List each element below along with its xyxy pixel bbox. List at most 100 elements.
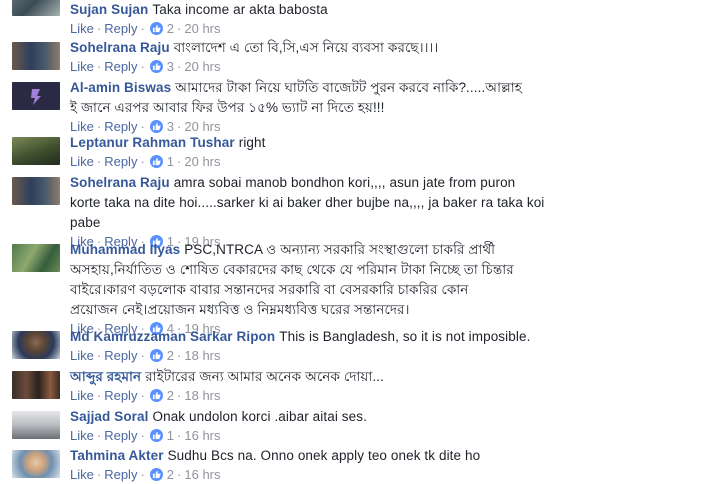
commenter-name[interactable]: Sohelrana Raju — [70, 175, 170, 190]
comment-feed: Sujan Sujan Taka income ar akta babosta L… — [0, 0, 720, 482]
like-link[interactable]: Like — [70, 119, 94, 134]
separator: · — [140, 428, 145, 443]
separator: · — [177, 428, 182, 443]
comment-text: amra sobai manob bondhon kori,,,, asun j… — [173, 175, 516, 190]
timestamp[interactable]: 16 hrs — [184, 428, 220, 443]
commenter-name[interactable]: Sohelrana Raju — [70, 40, 170, 55]
reply-link[interactable]: Reply — [104, 388, 137, 403]
comment-text: প্রয়োজন নেই।প্রয়োজন মধ্যবিত্ত ও নিম্নম… — [70, 302, 410, 317]
comment-text: বাংলাদেশ এ তো বি,সি,এস নিয়ে ব্যবসা করছে… — [173, 40, 439, 55]
comment-text: korte taka na dite hoi.....sarker ki ai … — [70, 195, 545, 210]
comment-text: PSC,NTRCA ও অন্যান্য সরকারি সংস্থাগুলো চ… — [184, 242, 496, 257]
thumbs-up-icon[interactable] — [149, 468, 163, 481]
comment-actions: Like · Reply · 3 · 20 hrs — [70, 58, 710, 76]
separator: · — [177, 59, 182, 74]
separator: · — [177, 154, 182, 169]
avatar[interactable] — [12, 411, 60, 439]
reply-link[interactable]: Reply — [104, 154, 137, 169]
like-count[interactable]: 3 — [167, 119, 174, 134]
reply-link[interactable]: Reply — [104, 59, 137, 74]
like-count[interactable]: 1 — [167, 428, 174, 443]
reply-link[interactable]: Reply — [104, 21, 137, 36]
comment-actions: Like · Reply · 1 · 20 hrs — [70, 153, 710, 171]
comment-text: right — [238, 135, 266, 150]
comment-actions: Like · Reply · 2 · 20 hrs — [70, 20, 710, 38]
comment-actions: Like · Reply · 1 · 16 hrs — [70, 427, 710, 445]
comment-text: Sudhu Bcs na. Onno onek apply teo onek t… — [167, 448, 481, 463]
commenter-name[interactable]: Sujan Sujan — [70, 2, 148, 17]
separator: · — [96, 154, 102, 169]
commenter-name[interactable]: Md Kamruzzaman Sarkar Ripon — [70, 329, 275, 344]
timestamp[interactable]: 18 hrs — [184, 348, 220, 363]
comment-text: ই জানে এরপর আবার ফির উপর ১৫% ভ্যাট না দি… — [70, 100, 385, 115]
commenter-name[interactable]: Muhammad Ilyas — [70, 242, 180, 257]
separator: · — [177, 21, 182, 36]
like-link[interactable]: Like — [70, 21, 94, 36]
comment-text: This is Bangladesh, so it is not imposib… — [279, 329, 531, 344]
like-count[interactable]: 2 — [167, 348, 174, 363]
commenter-name[interactable]: আব্দুর রহমান — [70, 369, 141, 384]
commenter-name[interactable]: Tahmina Akter — [70, 448, 164, 463]
reply-link[interactable]: Reply — [104, 348, 137, 363]
thumbs-up-icon[interactable] — [149, 120, 163, 133]
commenter-name[interactable]: Al-amin Biswas — [70, 80, 171, 95]
avatar[interactable] — [12, 82, 60, 110]
thumbs-up-icon[interactable] — [149, 60, 163, 73]
avatar[interactable] — [12, 371, 60, 399]
separator: · — [140, 154, 145, 169]
thumbs-up-icon[interactable] — [149, 155, 163, 168]
like-link[interactable]: Like — [70, 428, 94, 443]
separator: · — [96, 59, 102, 74]
like-count[interactable]: 2 — [167, 388, 174, 403]
reply-link[interactable]: Reply — [104, 119, 137, 134]
comment-actions: Like · Reply · 2 · 18 hrs — [70, 387, 710, 405]
separator: · — [177, 348, 182, 363]
separator: · — [96, 388, 102, 403]
like-link[interactable]: Like — [70, 388, 94, 403]
commenter-name[interactable]: Leptanur Rahman Tushar — [70, 135, 235, 150]
separator: · — [140, 348, 145, 363]
avatar[interactable] — [12, 450, 60, 478]
timestamp[interactable]: 18 hrs — [184, 388, 220, 403]
thumbs-up-icon[interactable] — [149, 429, 163, 442]
avatar[interactable] — [12, 331, 60, 359]
separator: · — [140, 119, 145, 134]
thumbs-up-icon[interactable] — [149, 22, 163, 35]
timestamp[interactable]: 20 hrs — [184, 21, 220, 36]
separator: · — [96, 428, 102, 443]
like-link[interactable]: Like — [70, 154, 94, 169]
timestamp[interactable]: 20 hrs — [184, 59, 220, 74]
commenter-name[interactable]: Sajjad Soral — [70, 409, 148, 424]
thumbs-up-icon[interactable] — [149, 349, 163, 362]
comment-text: আমাদের টাকা নিয়ে ঘাটতি বাজেটট পুরন করবে… — [175, 80, 522, 95]
comment-actions: Like · Reply · 2 · 16 hrs — [70, 466, 710, 484]
comment-text: রাইটারের জন্য আমার অনেক অনেক দোয়া... — [145, 369, 384, 384]
like-count[interactable]: 2 — [167, 21, 174, 36]
avatar[interactable] — [12, 177, 60, 205]
reply-link[interactable]: Reply — [104, 428, 137, 443]
avatar[interactable] — [12, 137, 60, 165]
avatar[interactable] — [12, 0, 60, 16]
separator: · — [140, 59, 145, 74]
avatar[interactable] — [12, 42, 60, 70]
separator: · — [140, 388, 145, 403]
comment-text: বাইরে।কারণ বড়লোক বাবার সন্তানদের সরকারি… — [70, 282, 469, 297]
separator: · — [96, 21, 102, 36]
like-count[interactable]: 1 — [167, 154, 174, 169]
like-link[interactable]: Like — [70, 59, 94, 74]
thumbs-up-icon[interactable] — [149, 389, 163, 402]
comment-text: অসহায়,নির্যাতিত ও শোষিত বেকারদের কাছ থে… — [70, 262, 514, 277]
separator: · — [140, 21, 145, 36]
timestamp[interactable]: 20 hrs — [184, 154, 220, 169]
avatar[interactable] — [12, 244, 60, 272]
separator: · — [96, 348, 102, 363]
separator: · — [177, 119, 182, 134]
separator: · — [177, 388, 182, 403]
timestamp[interactable]: 20 hrs — [184, 119, 220, 134]
comment-text: pabe — [70, 215, 101, 230]
like-count[interactable]: 3 — [167, 59, 174, 74]
like-link[interactable]: Like — [70, 348, 94, 363]
comment-actions: Like · Reply · 2 · 18 hrs — [70, 347, 710, 365]
separator: · — [96, 119, 102, 134]
comment-text: Onak undolon korci .aibar aitai ses. — [152, 409, 367, 424]
